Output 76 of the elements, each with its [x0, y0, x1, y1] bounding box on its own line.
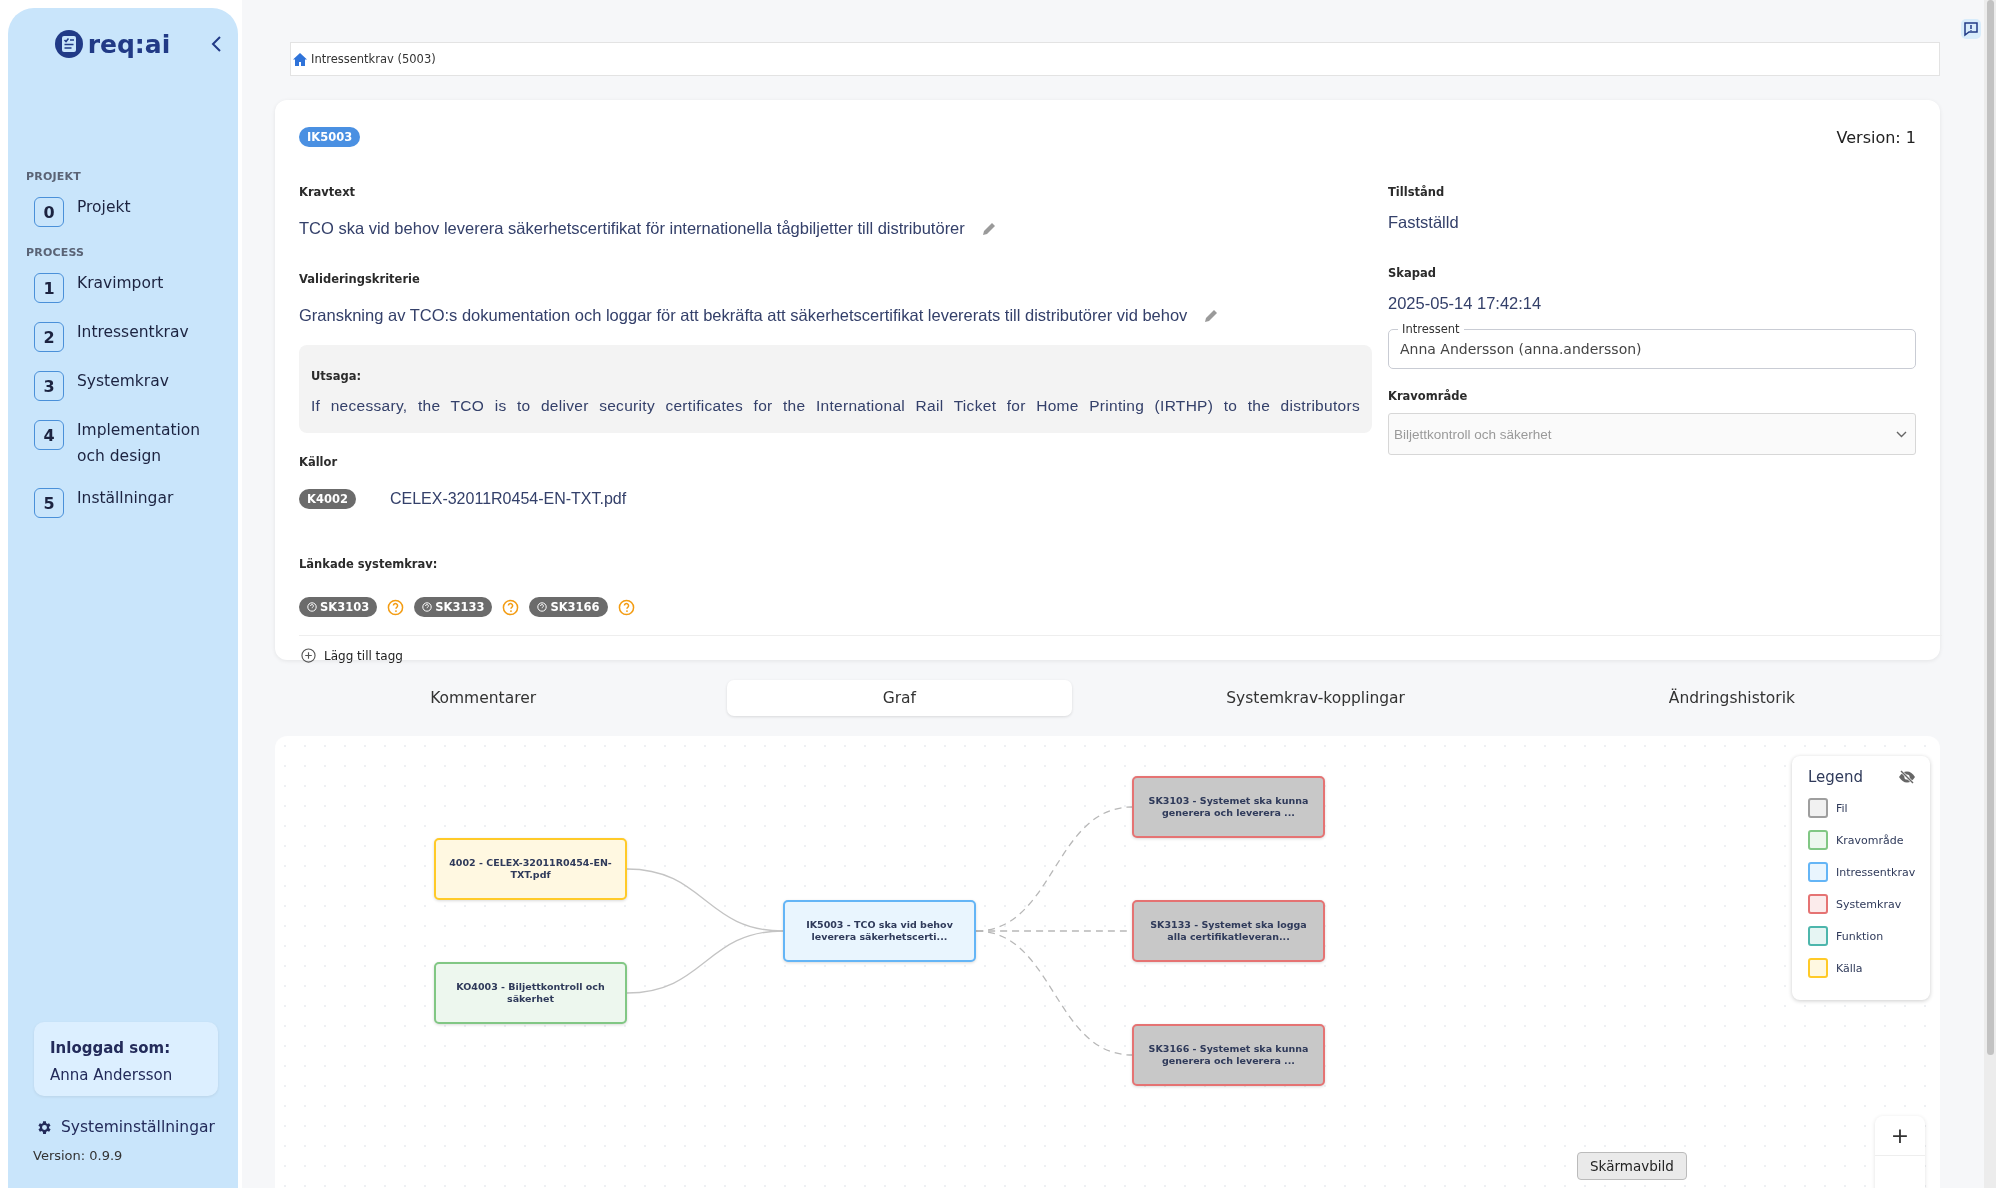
add-tag-button[interactable]: Lägg till tagg [299, 648, 403, 663]
hide-icon[interactable] [1898, 770, 1916, 784]
tab[interactable]: Systemkrav-kopplingar [1214, 680, 1417, 716]
help-icon[interactable] [617, 598, 635, 616]
user-label: Inloggad som: [50, 1039, 172, 1057]
nav-item[interactable]: 3 Systemkrav [34, 371, 238, 401]
system-tag[interactable]: SK3166 [529, 597, 608, 617]
step-number: 3 [34, 371, 64, 401]
graph-node[interactable]: SK3133 - Systemet ska logga alla certifikatleveran... [1132, 900, 1325, 962]
field-label: Kravområde [1388, 389, 1469, 403]
legend-label: Fil [1836, 801, 1848, 815]
settings-icon [36, 1118, 53, 1136]
tooltip: Skärmavbild [1577, 1152, 1687, 1180]
legend-label: Kravområde [1836, 833, 1904, 847]
statement-text: If necessary, the TCO is to deliver security certificates for the International Rail Ticket for Home Printing (IRTHP) to the distributors [311, 397, 1360, 415]
section-heading: PROJEKT [26, 170, 82, 183]
legend-label: Systemkrav [1836, 897, 1902, 911]
add-icon [301, 648, 316, 663]
graph-node[interactable]: 4002 - CELEX-32011R0454-EN-TXT.pdf [434, 838, 627, 900]
nav-item[interactable]: 5 Inställningar [34, 488, 238, 518]
field-label: Kravtext [299, 185, 357, 199]
version-text: Version: 0.9.9 [33, 1148, 124, 1165]
edit-icon[interactable] [1203, 307, 1220, 324]
version-text: Version: 1 [1836, 128, 1916, 147]
section-heading: PROCESS [26, 246, 86, 259]
caret-icon [1896, 430, 1907, 438]
nav-item[interactable]: 4 Implementation och design [34, 420, 238, 469]
step-number: 5 [34, 488, 64, 518]
logo-icon [53, 29, 84, 59]
system-tag[interactable]: SK3133 [414, 597, 493, 617]
field-label: Tillstånd [1388, 185, 1446, 199]
user-name: Anna Andersson [50, 1066, 174, 1084]
field-label: Länkade systemkrav: [299, 557, 439, 571]
zoom-in-button[interactable]: + [1875, 1116, 1925, 1156]
graph-node[interactable]: SK3166 - Systemet ska kunna generera och leverera ... [1132, 1024, 1325, 1086]
requirement-text: TCO ska vid behov leverera säkerhetscertifikat för internationella tågbiljetter till distributörer [299, 219, 965, 238]
step-number: 0 [34, 197, 64, 227]
graph-node[interactable]: IK5003 - TCO ska vid behov leverera säkerhetscerti... [783, 900, 976, 962]
breadcrumb[interactable]: Intressentkrav (5003) [290, 42, 1940, 76]
legend-label: Intressentkrav [1836, 865, 1916, 879]
criteria-text: Granskning av TCO:s dokumentation och loggar för att bekräfta att säkerhetscertifikat levererats till distributörer vid behov [299, 306, 1188, 325]
system-tag[interactable]: SK3103 [299, 597, 378, 617]
help-icon[interactable] [387, 598, 405, 616]
tab[interactable]: Graf [726, 680, 1072, 716]
field-label: Utsaga: [311, 369, 363, 383]
field-label: Källor [299, 455, 339, 469]
step-number: 1 [34, 273, 64, 303]
file-link[interactable]: CELEX-32011R0454-EN-TXT.pdf [389, 490, 627, 508]
help-icon [422, 602, 433, 612]
graph-node[interactable]: SK3103 - Systemet ska kunna generera och leverera ... [1132, 776, 1325, 838]
id-badge: IK5003 [299, 126, 361, 147]
help-icon [307, 602, 317, 612]
home-icon [293, 52, 307, 66]
created-value: 2025-05-14 17:42:14 [1388, 294, 1543, 313]
status-value: Fastställd [1388, 213, 1460, 232]
legend-label: Källa [1836, 961, 1863, 975]
step-number: 2 [34, 322, 64, 352]
nav-item[interactable]: 0 Projekt [34, 197, 238, 227]
field-label: Valideringskriterie [299, 272, 421, 286]
field-label: Skapad [1388, 266, 1437, 280]
nav-item[interactable]: 2 Intressentkrav [34, 322, 238, 352]
step-number: 4 [34, 420, 64, 450]
feedback-icon[interactable] [1960, 18, 1982, 40]
help-icon[interactable] [502, 598, 520, 616]
graph-node[interactable]: KO4003 - Biljettkontroll och säkerhet [434, 962, 627, 1024]
collapse-icon[interactable] [210, 35, 223, 53]
legend-title: Legend [1808, 768, 1864, 786]
legend-label: Funktion [1836, 929, 1884, 943]
settings-link[interactable]: Systeminställningar [36, 1118, 238, 1136]
tab[interactable]: Ändringshistorik [1656, 680, 1807, 716]
logo-text: req:ai [87, 29, 171, 59]
source-tag[interactable]: K4002 [299, 489, 356, 509]
help-icon [537, 602, 548, 612]
edit-icon[interactable] [980, 220, 997, 237]
tab[interactable]: Kommentarer [418, 680, 549, 716]
nav-item[interactable]: 1 Kravimport [34, 273, 238, 303]
